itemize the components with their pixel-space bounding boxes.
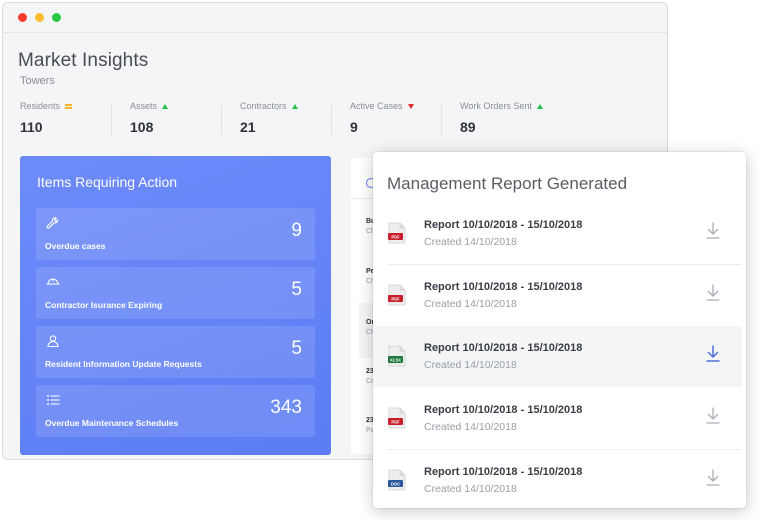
- stat-label: Active Cases: [350, 101, 403, 111]
- action-item-label: Contractor Isurance Expiring: [45, 300, 163, 310]
- download-icon[interactable]: [705, 406, 721, 426]
- report-created: Created 14/10/2018: [424, 421, 517, 433]
- trend-down-icon: [407, 103, 414, 109]
- stat-assets: Assets 108: [130, 99, 169, 139]
- trend-up-icon: [536, 103, 543, 109]
- stat-value: 108: [130, 119, 154, 135]
- stat-work-orders-sent: Work Orders Sent 89: [460, 99, 543, 139]
- report-title: Report 10/10/2018 - 15/10/2018: [424, 404, 583, 416]
- maximize-window-button[interactable]: [52, 13, 61, 22]
- stat-divider: [111, 105, 112, 135]
- report-row[interactable]: PDF Report 10/10/2018 - 15/10/2018 Creat…: [373, 203, 742, 264]
- page-subtitle: Towers: [20, 75, 55, 87]
- action-item-label: Resident Information Update Requests: [45, 359, 202, 369]
- wrench-icon: [46, 216, 59, 229]
- stat-divider: [331, 105, 332, 135]
- file-type-label: DOC: [391, 481, 400, 486]
- report-row[interactable]: PDF Report 10/10/2018 - 15/10/2018 Creat…: [373, 265, 742, 326]
- report-row[interactable]: DOC Report 10/10/2018 - 15/10/2018 Creat…: [373, 450, 742, 511]
- stat-label: Residents: [20, 101, 61, 111]
- pdf-file-icon: PDF: [388, 222, 406, 244]
- action-item-count: 9: [291, 220, 302, 241]
- user-icon: [47, 335, 59, 348]
- file-type-label: PDF: [391, 296, 400, 301]
- stat-divider: [441, 105, 442, 135]
- report-created: Created 14/10/2018: [424, 236, 517, 248]
- action-item-label: Overdue cases: [45, 241, 106, 251]
- action-panel-title: Items Requiring Action: [37, 174, 178, 190]
- stat-value: 9: [350, 119, 358, 135]
- xlsx-file-icon: XLSX: [388, 345, 406, 367]
- action-item-resident-info-requests[interactable]: Resident Information Update Requests 5: [36, 326, 315, 378]
- report-created: Created 14/10/2018: [424, 298, 517, 310]
- stat-divider: [221, 105, 222, 135]
- window-titlebar: [3, 3, 667, 33]
- trend-up-icon: [162, 103, 169, 109]
- download-icon[interactable]: [705, 283, 721, 303]
- stat-value: 89: [460, 119, 476, 135]
- stat-label: Assets: [130, 101, 158, 111]
- download-icon[interactable]: [705, 344, 721, 364]
- action-item-count: 343: [270, 397, 302, 418]
- stat-value: 110: [20, 119, 43, 135]
- report-title: Report 10/10/2018 - 15/10/2018: [424, 219, 583, 231]
- doc-file-icon: DOC: [388, 469, 406, 491]
- file-type-label: PDF: [391, 234, 400, 239]
- download-icon[interactable]: [705, 221, 721, 241]
- file-type-label: XLSX: [390, 357, 401, 362]
- stat-active-cases: Active Cases 9: [350, 99, 414, 139]
- action-item-overdue-maintenance[interactable]: Overdue Maintenance Schedules 343: [36, 385, 315, 437]
- action-item-contractor-insurance[interactable]: Contractor Isurance Expiring 5: [36, 267, 315, 319]
- minimize-window-button[interactable]: [35, 13, 44, 22]
- report-row[interactable]: XLSX Report 10/10/2018 - 15/10/2018 Crea…: [373, 326, 742, 387]
- action-item-label: Overdue Maintenance Schedules: [45, 418, 179, 428]
- stat-label: Work Orders Sent: [460, 101, 532, 111]
- report-title: Report 10/10/2018 - 15/10/2018: [424, 466, 583, 478]
- trend-up-icon: [291, 103, 298, 109]
- stat-value: 21: [240, 119, 256, 135]
- report-title: Report 10/10/2018 - 15/10/2018: [424, 342, 583, 354]
- modal-title: Management Report Generated: [387, 174, 628, 193]
- trend-flat-icon: [65, 103, 73, 109]
- file-type-label: PDF: [391, 419, 400, 424]
- report-row[interactable]: PDF Report 10/10/2018 - 15/10/2018 Creat…: [373, 388, 742, 449]
- stats-bar: Residents 110 Assets 108 Contractors 21 …: [3, 99, 667, 143]
- report-created: Created 14/10/2018: [424, 359, 517, 371]
- checklist-icon: [47, 395, 60, 405]
- action-item-count: 5: [291, 338, 302, 359]
- items-requiring-action-panel: Items Requiring Action Overdue cases 9 C…: [20, 156, 331, 455]
- page-title: Market Insights: [18, 50, 149, 71]
- action-item-count: 5: [291, 279, 302, 300]
- stat-residents: Residents 110: [20, 99, 73, 139]
- helmet-icon: [46, 278, 60, 285]
- pdf-file-icon: PDF: [388, 407, 406, 429]
- download-icon[interactable]: [705, 468, 721, 488]
- stat-label: Contractors: [240, 101, 287, 111]
- pdf-file-icon: PDF: [388, 284, 406, 306]
- management-report-modal: Management Report Generated PDF Report 1…: [373, 152, 746, 508]
- action-item-overdue-cases[interactable]: Overdue cases 9: [36, 208, 315, 260]
- report-created: Created 14/10/2018: [424, 483, 517, 495]
- report-title: Report 10/10/2018 - 15/10/2018: [424, 281, 583, 293]
- stat-contractors: Contractors 21: [240, 99, 298, 139]
- close-window-button[interactable]: [18, 13, 27, 22]
